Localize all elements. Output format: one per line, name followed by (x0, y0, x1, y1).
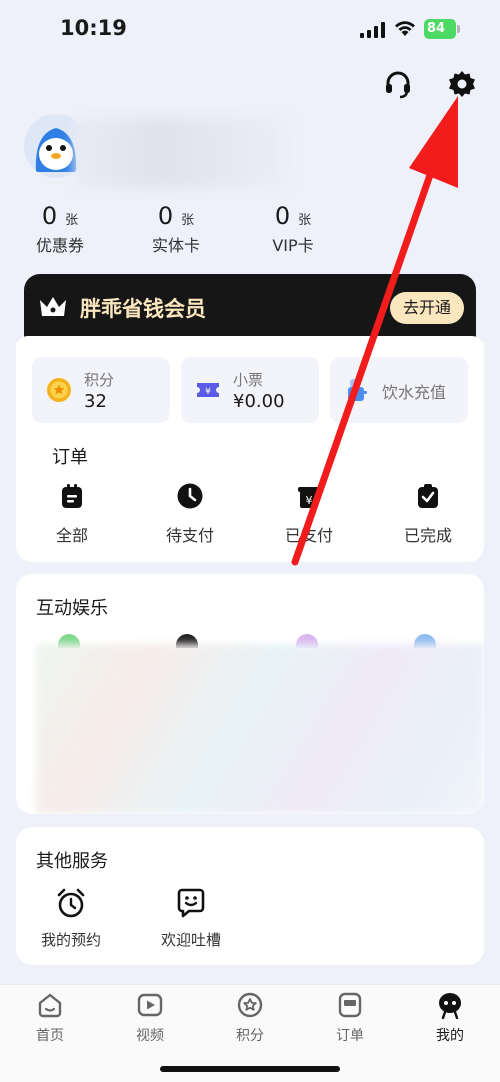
coupon-stat[interactable]: 0张 优惠券 (10, 202, 110, 256)
order-completed[interactable]: 已完成 (388, 482, 468, 546)
blurred-nickname (75, 118, 290, 188)
order-paid-label: 已支付 (284, 526, 333, 545)
water-dispenser-icon (348, 379, 367, 401)
other-services-title: 其他服务 (36, 851, 108, 872)
coupon-label: 优惠券 (35, 236, 84, 255)
entertainment-card: 互动娱乐 (16, 574, 484, 814)
ticket-label: 小票 (233, 371, 264, 389)
ticket-tile[interactable]: ¥ 小票 ¥0.00 (181, 357, 319, 423)
home-icon (38, 993, 62, 1018)
order-paid[interactable]: ¥ 已支付 (269, 482, 349, 546)
gold-coin-icon (47, 378, 71, 402)
physical-card-stat[interactable]: 0张 实体卡 (126, 202, 226, 256)
my-appointment[interactable]: 我的预约 (26, 887, 116, 950)
points-label: 积分 (84, 371, 115, 389)
nav-mine[interactable]: 我的 (410, 991, 490, 1045)
coupon-unit: 张 (65, 213, 79, 228)
clipboard-icon (62, 484, 82, 508)
customer-service-headset-icon[interactable] (382, 68, 414, 100)
nav-orders[interactable]: 订单 (310, 991, 390, 1045)
svg-text:¥: ¥ (306, 494, 313, 507)
clock-icon (177, 483, 203, 509)
order-all[interactable]: 全部 (32, 482, 112, 546)
cellular-signal-icon (360, 22, 385, 38)
order-pending-payment[interactable]: 待支付 (150, 482, 230, 546)
physical-card-count: 0 (157, 202, 174, 230)
home-indicator (160, 1066, 340, 1072)
orders-icon (338, 992, 362, 1018)
orders-title: 订单 (52, 447, 88, 468)
blurred-entertainment-grid (36, 644, 484, 814)
battery-level: 84 (424, 19, 456, 39)
crown-icon (40, 297, 66, 316)
order-completed-label: 已完成 (403, 526, 452, 545)
order-pending-label: 待支付 (165, 526, 214, 545)
coupon-count: 0 (41, 202, 58, 230)
alarm-clock-icon (57, 888, 85, 918)
nav-video[interactable]: 视频 (110, 991, 190, 1045)
membership-banner[interactable]: 胖乖省钱会员 去开通 (24, 274, 476, 342)
feedback[interactable]: 欢迎吐槽 (146, 887, 236, 950)
physical-card-label: 实体卡 (151, 236, 200, 255)
ticket-value: ¥0.00 (233, 391, 285, 412)
nav-video-label: 视频 (136, 1028, 164, 1044)
nav-mine-label: 我的 (436, 1028, 464, 1044)
feedback-label: 欢迎吐槽 (160, 931, 221, 949)
wifi-icon (395, 21, 415, 36)
ticket-icon: ¥ (197, 383, 219, 397)
water-recharge-label: 饮水充值 (382, 383, 447, 402)
nav-home[interactable]: 首页 (10, 991, 90, 1045)
physical-card-unit: 张 (181, 213, 195, 228)
points-value: 32 (84, 391, 107, 412)
account-stats: 0张 优惠券 0张 实体卡 0张 VIP卡 (0, 202, 500, 262)
vip-card-stat[interactable]: 0张 VIP卡 (243, 202, 343, 256)
membership-title: 胖乖省钱会员 (80, 297, 206, 321)
vip-card-count: 0 (274, 202, 291, 230)
profile-mascot-icon (439, 993, 461, 1019)
nav-orders-label: 订单 (336, 1028, 364, 1044)
nav-points[interactable]: 积分 (210, 991, 290, 1045)
status-bar: 10:19 84 (0, 0, 500, 58)
other-services-card: 其他服务 我的预约 欢迎吐槽 (16, 827, 484, 965)
star-coin-icon (237, 992, 263, 1018)
smile-chat-icon (177, 888, 205, 918)
vip-card-label: VIP卡 (272, 236, 314, 255)
join-membership-button[interactable]: 去开通 (390, 292, 464, 324)
video-play-icon (137, 993, 163, 1017)
points-tile[interactable]: 积分 32 (32, 357, 170, 423)
settings-gear-icon[interactable] (446, 68, 478, 100)
entertainment-title: 互动娱乐 (36, 598, 108, 619)
order-all-label: 全部 (55, 526, 88, 545)
my-appointment-label: 我的预约 (40, 931, 101, 949)
svg-text:¥: ¥ (205, 387, 211, 397)
checklist-icon (418, 484, 438, 508)
nav-points-label: 积分 (236, 1028, 264, 1044)
nav-home-label: 首页 (36, 1028, 64, 1044)
status-time: 10:19 (60, 16, 127, 40)
battery-icon: 84 (424, 19, 460, 39)
vip-card-unit: 张 (298, 213, 312, 228)
water-recharge-tile[interactable]: 饮水充值 (330, 357, 468, 423)
paid-receipt-icon: ¥ (298, 487, 320, 508)
